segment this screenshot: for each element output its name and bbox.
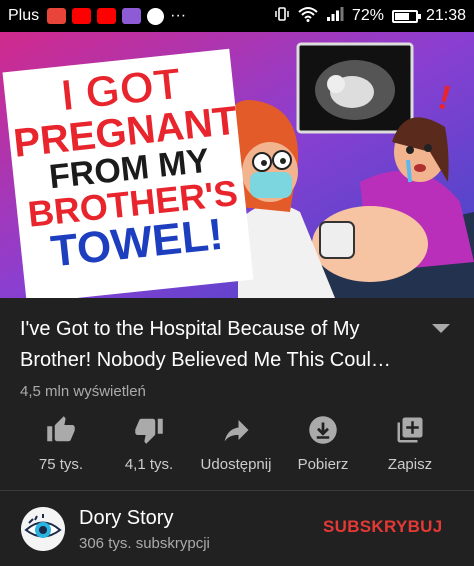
channel-name[interactable]: Dory Story: [79, 507, 173, 530]
share-icon: [191, 412, 281, 448]
dislike-count: 4,1 tys.: [124, 456, 174, 473]
save-label: Zapisz: [387, 456, 433, 473]
dislike-button[interactable]: 4,1 tys.: [104, 412, 194, 482]
thumbs-up-icon: [16, 412, 106, 448]
subscribe-button[interactable]: SUBSKRYBUJ: [323, 517, 443, 537]
more-notifications-icon: ···: [170, 7, 187, 24]
wifi-icon: [298, 6, 318, 27]
thumbs-down-icon: [104, 412, 194, 448]
thumbnail-caption: I GOT PREGNANT FROM MY BROTHER'S TOWEL!: [0, 55, 264, 278]
download-button[interactable]: Pobierz: [278, 412, 368, 482]
battery-percent: 72%: [351, 7, 384, 24]
ultrasound-probe: [319, 221, 355, 259]
download-label: Pobierz: [297, 456, 349, 473]
clock: 21:38: [425, 7, 466, 24]
battery-icon: [391, 9, 421, 23]
like-button[interactable]: 75 tys.: [16, 412, 106, 482]
youtube-notification-icon: [97, 8, 117, 24]
share-button[interactable]: Udostępnij: [191, 412, 281, 482]
subscriber-count: 306 tys. subskrypcji: [79, 535, 210, 552]
notification-icons: ···: [47, 7, 186, 25]
divider: [0, 490, 474, 491]
download-icon: [278, 412, 368, 448]
view-count: 4,5 mln wyświetleń: [20, 383, 146, 400]
carrier-label: Plus: [8, 7, 40, 24]
gallery-notification-icon: [122, 8, 142, 24]
add-to-playlist-icon: [365, 412, 455, 448]
vibrate-icon: [274, 6, 290, 27]
signal-icon: [326, 6, 344, 27]
eye-logo-icon: [21, 507, 65, 551]
video-title[interactable]: I've Got to the Hospital Because of My B…: [20, 314, 420, 376]
youtube-notification-icon: [72, 8, 92, 24]
action-bar: 75 tys. 4,1 tys. Udostępnij Pobierz Zapi…: [0, 412, 474, 482]
save-button[interactable]: Zapisz: [365, 412, 455, 482]
expand-description-icon[interactable]: [432, 324, 450, 333]
channel-avatar[interactable]: [21, 507, 65, 551]
battery-level: [394, 12, 410, 20]
notification-app-icon: [47, 8, 67, 24]
like-count: 75 tys.: [38, 456, 84, 473]
share-label: Udostępnij: [200, 456, 272, 473]
video-player[interactable]: ! I GOT PREGNANT FROM MY BROTHER'S TOWEL…: [0, 32, 474, 298]
status-bar: Plus ··· 72% 21:38: [0, 0, 474, 32]
google-notification-icon: [147, 7, 165, 25]
